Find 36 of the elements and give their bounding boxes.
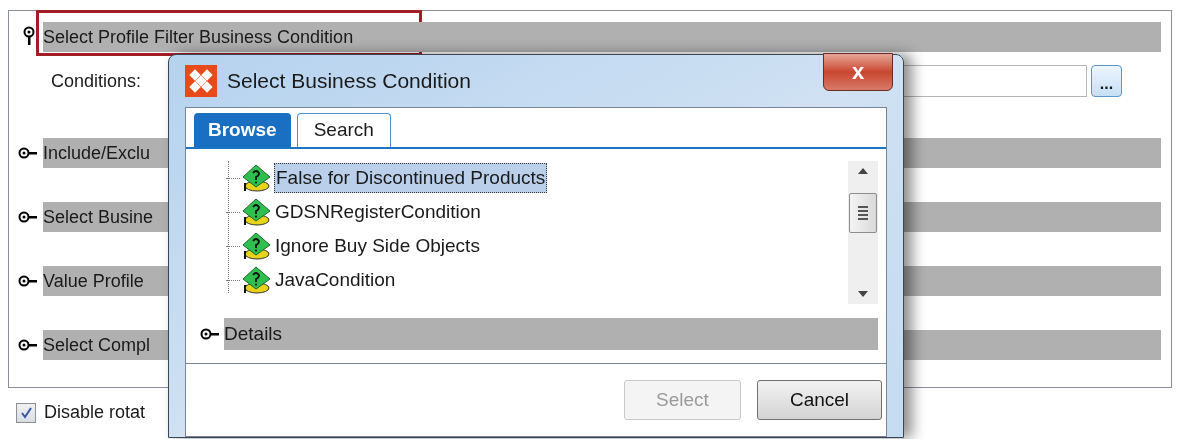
details-header[interactable]: Details: [224, 318, 878, 350]
pin-icon[interactable]: [18, 210, 40, 224]
conditions-label: Conditions:: [51, 69, 143, 93]
condition-icon: [240, 231, 272, 261]
checkbox[interactable]: [16, 402, 36, 423]
checkmark-icon: [19, 406, 33, 419]
condition-icon: [240, 265, 272, 295]
section-title: Select Busine: [43, 205, 154, 229]
condition-icon: [240, 163, 272, 193]
dialog-title: Select Business Condition: [227, 68, 471, 95]
details-title: Details: [224, 321, 283, 346]
section-title: Select Profile Filter Business Condition: [43, 25, 354, 49]
browse-button[interactable]: ...: [1091, 65, 1122, 97]
tree-item[interactable]: JavaCondition: [275, 265, 396, 295]
pin-icon[interactable]: [18, 274, 40, 288]
tree-item[interactable]: Ignore Buy Side Objects: [275, 231, 480, 261]
checkbox-label: Disable rotat: [44, 401, 146, 424]
section-header[interactable]: Select Profile Filter Business Condition: [43, 22, 1161, 52]
scroll-down-icon[interactable]: [857, 290, 869, 298]
tree-item[interactable]: False for Discontinued Products: [274, 162, 548, 194]
app-logo-icon: [185, 65, 217, 97]
dialog-button[interactable]: Cancel: [757, 380, 882, 420]
pin-icon[interactable]: [200, 327, 222, 341]
section-title: Value Profile: [43, 269, 144, 293]
tab[interactable]: Search: [296, 113, 391, 147]
close-button[interactable]: x: [823, 53, 893, 91]
pin-icon[interactable]: [18, 338, 40, 352]
tree-item[interactable]: GDSNRegisterCondition: [275, 197, 481, 227]
pin-icon[interactable]: [18, 146, 40, 160]
section-title: Include/Exclu: [43, 141, 151, 165]
pin-icon[interactable]: [22, 26, 36, 48]
tab[interactable]: Browse: [194, 113, 291, 147]
scrollbar[interactable]: [848, 161, 878, 304]
scrollbar-thumb[interactable]: [849, 192, 877, 233]
condition-icon: [240, 197, 272, 227]
section-title: Select Compl: [43, 333, 151, 357]
